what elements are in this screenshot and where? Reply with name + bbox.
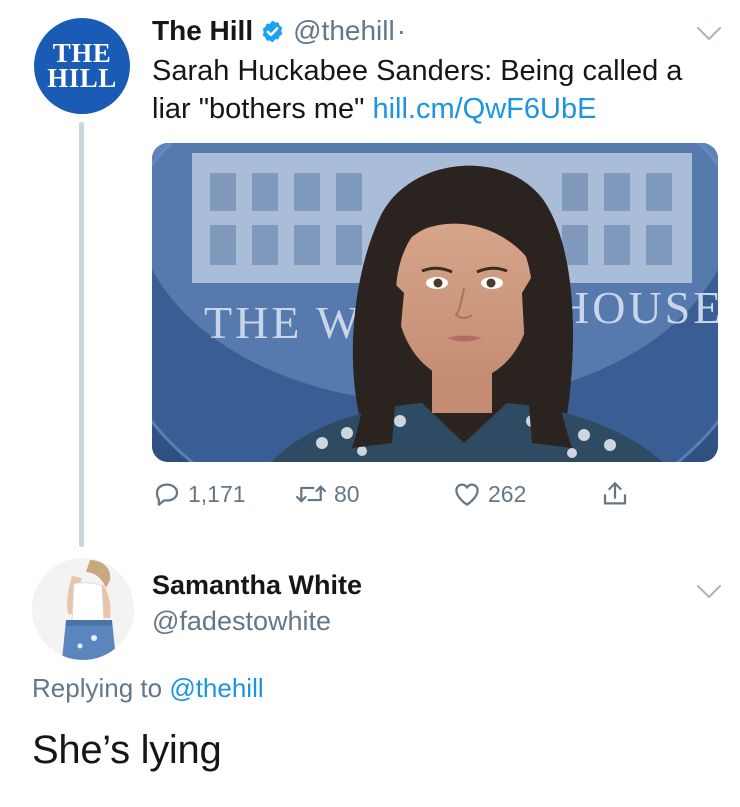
tweet-link[interactable]: hill.cm/QwF6UbE — [372, 93, 596, 125]
chevron-down-icon[interactable] — [696, 26, 722, 42]
retweet-action[interactable]: 80 — [294, 476, 360, 512]
replying-to-label: Replying to — [32, 673, 163, 703]
tweet-actions-bar: 1,171 80 262 — [152, 476, 672, 512]
share-icon — [603, 482, 627, 505]
sign-text-left: THE W — [204, 297, 363, 348]
tweet-media-image[interactable]: THE W HOUSE — [152, 143, 718, 462]
thread-connector-line — [79, 122, 84, 547]
sign-text-right: HOUSE — [556, 282, 718, 333]
like-count: 262 — [488, 480, 527, 507]
author-handle[interactable]: @thehill — [293, 15, 395, 47]
reply-icon — [155, 483, 179, 506]
reply-tweet-text: She’s lying — [32, 728, 222, 772]
like-action[interactable]: 262 — [452, 476, 526, 512]
avatar-logo-line2: HILL — [47, 63, 117, 93]
share-action[interactable] — [600, 476, 636, 512]
separator-dot: · — [396, 15, 407, 46]
reply-count: 1,171 — [188, 480, 246, 507]
profile-photo — [32, 558, 134, 660]
tweet-text: Sarah Huckabee Sanders: Being called a l… — [152, 52, 727, 128]
retweet-count: 80 — [334, 480, 360, 507]
replying-to-mention[interactable]: @thehill — [169, 673, 263, 703]
reply-action[interactable]: 1,171 — [152, 476, 246, 512]
replying-to-line: Replying to @thehill — [32, 673, 264, 704]
reply-chevron-down-icon[interactable] — [696, 584, 722, 600]
reply-author-handle[interactable]: @fadestowhite — [152, 606, 331, 637]
press-briefing-photo: THE W HOUSE — [152, 143, 718, 462]
avatar-samantha-white[interactable] — [32, 558, 134, 660]
heart-icon — [455, 483, 479, 506]
tweet-header: The Hill @thehill · — [152, 12, 406, 50]
reply-author-display-name[interactable]: Samantha White — [152, 570, 362, 601]
avatar-the-hill[interactable]: THE HILL — [34, 18, 130, 114]
retweet-icon — [295, 485, 327, 503]
verified-badge-icon — [262, 20, 283, 42]
author-display-name[interactable]: The Hill — [152, 15, 253, 47]
